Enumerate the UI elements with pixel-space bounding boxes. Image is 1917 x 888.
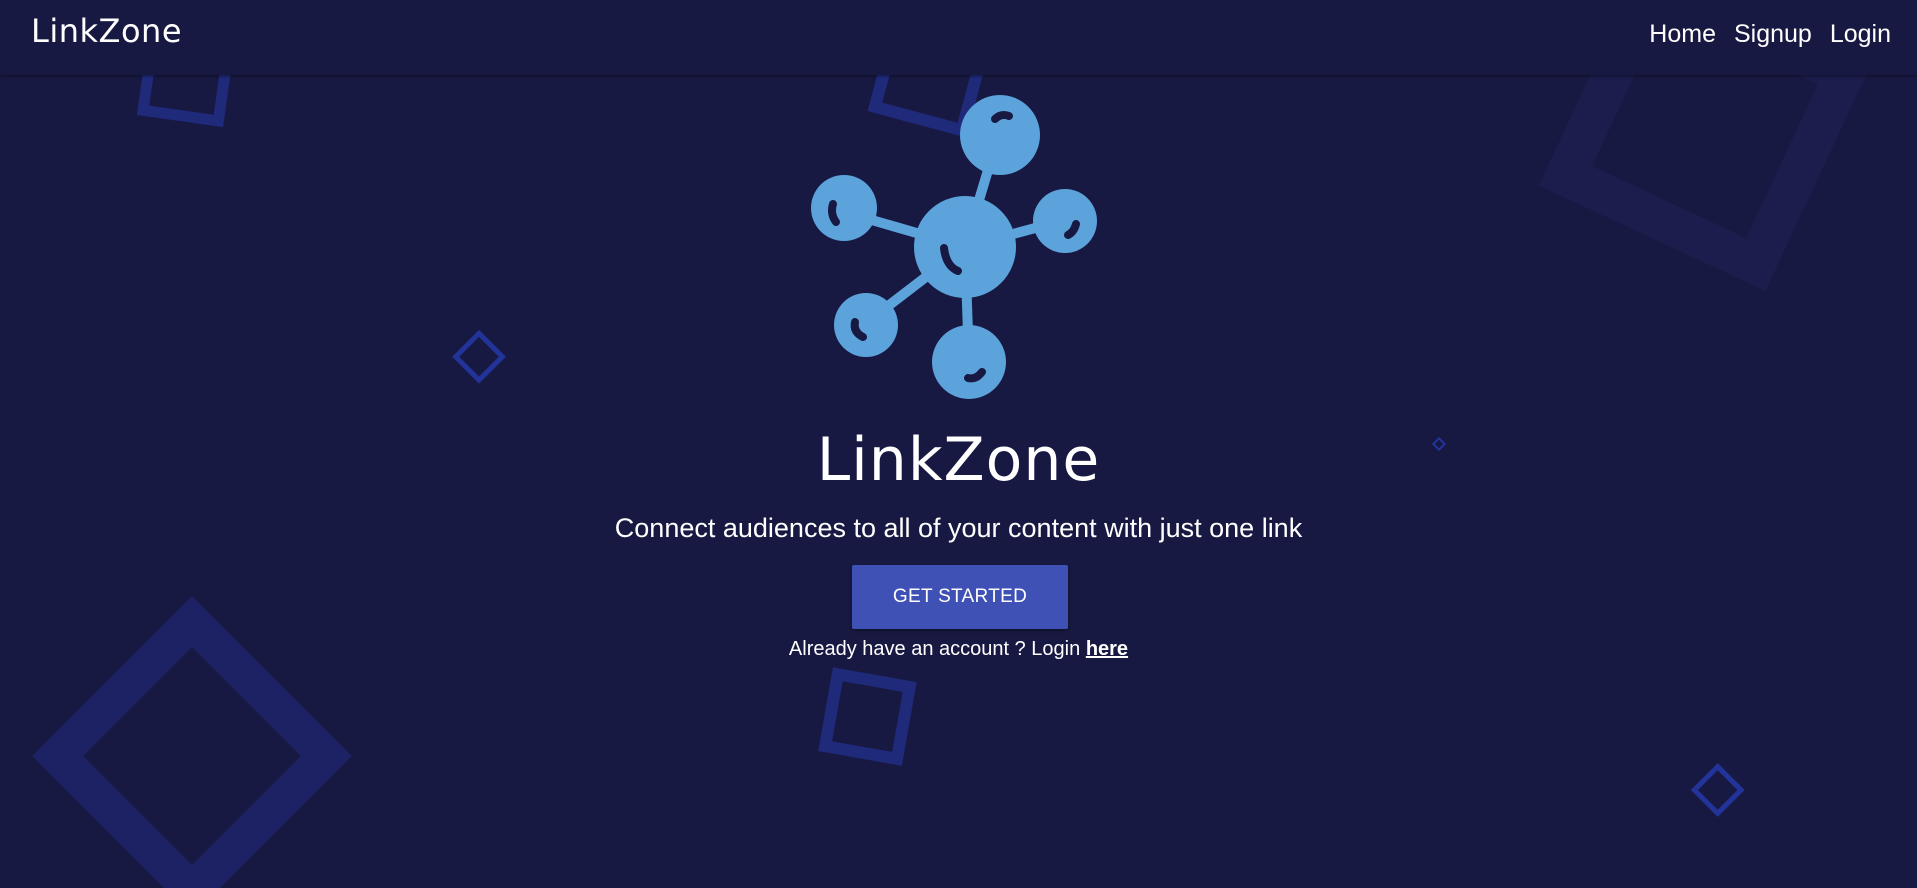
nav-link-home[interactable]: Home (1649, 20, 1716, 49)
login-prompt-text: Already have an account ? Login (788, 638, 1081, 660)
hero-subtitle: Connect audiences to all of your content… (614, 513, 1303, 543)
nav-links: Home Signup Login (1649, 20, 1891, 49)
login-here-link[interactable]: here (1086, 638, 1128, 660)
landing-page: LinkZone Home Signup Login LinkZone Conn… (0, 0, 1917, 888)
hero-section: LinkZone Connect audiences to all of you… (0, 0, 1917, 888)
get-started-button[interactable]: GET STARTED (852, 565, 1068, 629)
nav-link-signup[interactable]: Signup (1734, 20, 1812, 49)
nav-link-login[interactable]: Login (1830, 20, 1891, 49)
top-navbar: LinkZone Home Signup Login (0, 0, 1917, 75)
hero-title: LinkZone (816, 425, 1101, 495)
brand-logo-text[interactable]: LinkZone (31, 12, 182, 50)
molecule-network-icon (811, 95, 1097, 399)
login-prompt: Already have an account ? Login here (0, 638, 1917, 661)
